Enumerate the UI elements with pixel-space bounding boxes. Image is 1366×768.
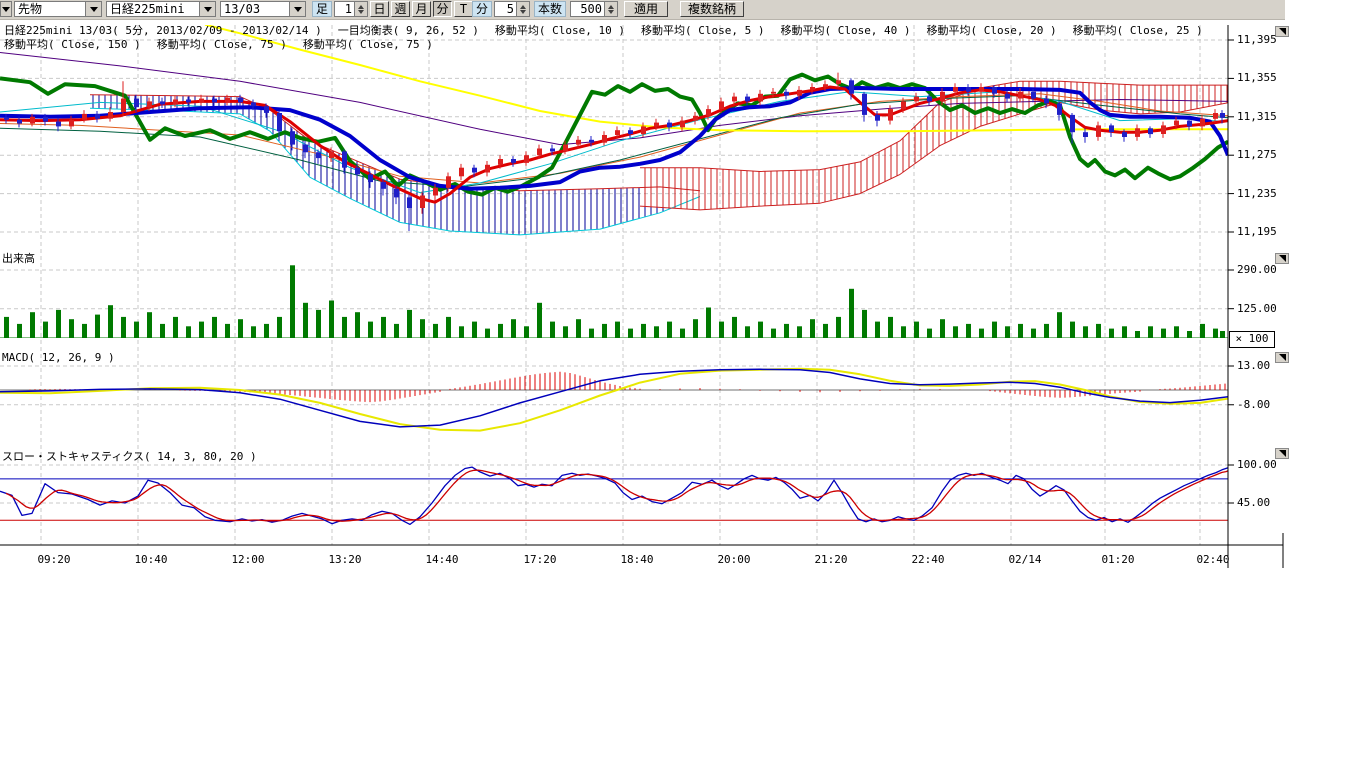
time-tick-label: 20:00 — [712, 553, 756, 566]
ma150-params: 移動平均( Close, 150 ) — [4, 36, 141, 52]
chevron-down-icon[interactable] — [199, 2, 215, 16]
price-tick-label: 11,235 — [1237, 187, 1297, 200]
bar-interval-value: 1 — [335, 2, 354, 16]
bar-count-value: 500 — [571, 2, 604, 16]
volume-tick-label: 125.00 — [1237, 302, 1297, 315]
period-weekly-button[interactable]: 週 — [391, 1, 410, 17]
ma20-params: 移動平均( Close, 20 ) — [927, 22, 1057, 38]
ma75b-params: 移動平均( Close, 75 ) — [303, 36, 433, 52]
period-monthly-button[interactable]: 月 — [412, 1, 431, 17]
time-tick-label: 22:40 — [906, 553, 950, 566]
instrument-type-select[interactable]: 先物 — [14, 1, 102, 17]
minute-value-stepper[interactable]: 5 — [494, 1, 530, 17]
stoch-panel — [0, 467, 1228, 524]
macd-tick-label: -8.00 — [1237, 398, 1297, 411]
price-tick-label: 11,195 — [1237, 225, 1297, 238]
period-tick-button[interactable]: T — [454, 1, 473, 17]
stoch-tick-label: 100.00 — [1237, 458, 1297, 471]
time-tick-label: 02:40 — [1191, 553, 1235, 566]
macd-tick-label: 13.00 — [1237, 359, 1297, 372]
macd-panel-label: MACD( 12, 26, 9 ) — [2, 351, 115, 364]
chevron-down-icon — [2, 7, 10, 12]
apply-button[interactable]: 適用 — [624, 1, 668, 17]
time-tick-label: 13:20 — [323, 553, 367, 566]
time-tick-label: 12:00 — [226, 553, 270, 566]
ma5-params: 移動平均( Close, 5 ) — [641, 22, 764, 38]
contract-month-select[interactable]: 13/03 — [220, 1, 306, 17]
ma10-params: 移動平均( Close, 10 ) — [495, 22, 625, 38]
chevron-down-icon[interactable] — [289, 2, 305, 16]
spinner-arrows-icon[interactable] — [354, 2, 367, 16]
bar-count-label: 本数 — [534, 1, 566, 17]
toolbar: 先物 日経225mini 13/03 足 1 日 週 月 分 T 分 5 本数 … — [0, 0, 1285, 20]
clipped-combo-arrow-icon[interactable] — [0, 1, 12, 17]
cloud_blue — [90, 95, 700, 235]
contract-month-value: 13/03 — [224, 2, 260, 16]
volume-tick-label: 290.00 — [1237, 263, 1297, 276]
spinner-arrows-icon[interactable] — [516, 2, 529, 16]
instrument-type-value: 先物 — [18, 2, 42, 16]
bar-interval-stepper[interactable]: 1 — [334, 1, 368, 17]
price-tick-label: 11,275 — [1237, 148, 1297, 161]
time-tick-label: 21:20 — [809, 553, 853, 566]
minute-unit-label: 分 — [472, 1, 492, 17]
volume-panel — [0, 265, 1228, 338]
time-tick-label: 14:40 — [420, 553, 464, 566]
ma75-params: 移動平均( Close, 75 ) — [157, 36, 287, 52]
chart-area[interactable] — [0, 0, 1366, 768]
time-tick-label: 10:40 — [129, 553, 173, 566]
period-daily-button[interactable]: 日 — [370, 1, 389, 17]
chevron-down-icon[interactable] — [85, 2, 101, 16]
symbol-value: 日経225mini — [110, 2, 185, 16]
spinner-arrows-icon[interactable] — [604, 2, 617, 16]
bar-count-stepper[interactable]: 500 — [570, 1, 618, 17]
stochastics-panel-label: スロー・ストキャスティクス( 14, 3, 80, 20 ) — [2, 448, 257, 464]
multiple-symbols-button[interactable]: 複数銘柄 — [680, 1, 744, 17]
chart-canvas — [0, 0, 1366, 768]
period-minute-button[interactable]: 分 — [433, 1, 452, 17]
time-tick-label: 18:40 — [615, 553, 659, 566]
chart-application-window: 先物 日経225mini 13/03 足 1 日 週 月 分 T 分 5 本数 … — [0, 0, 1366, 768]
symbol-select[interactable]: 日経225mini — [106, 1, 216, 17]
time-tick-label: 01:20 — [1096, 553, 1140, 566]
price-tick-label: 11,315 — [1237, 110, 1297, 123]
minute-value: 5 — [495, 2, 516, 16]
time-tick-label: 02/14 — [1003, 553, 1047, 566]
time-tick-label: 17:20 — [518, 553, 562, 566]
macd-panel — [0, 369, 1255, 431]
resize-arrow-icon — [1279, 255, 1286, 262]
price-panel — [0, 25, 1230, 235]
price-tick-label: 11,395 — [1237, 33, 1297, 46]
stoch-tick-label: 45.00 — [1237, 496, 1297, 509]
volume-panel-label: 出来高 — [2, 250, 35, 266]
indicator-header-row2: 移動平均( Close, 150 ) 移動平均( Close, 75 ) 移動平… — [4, 36, 433, 52]
volume-multiplier-badge: × 100 — [1229, 331, 1275, 348]
ma40-params: 移動平均( Close, 40 ) — [780, 22, 910, 38]
time-tick-label: 09:20 — [32, 553, 76, 566]
price-tick-label: 11,355 — [1237, 71, 1297, 84]
ma25-params: 移動平均( Close, 25 ) — [1073, 22, 1203, 38]
bar-type-label: 足 — [312, 1, 332, 17]
resize-arrow-icon — [1279, 450, 1286, 457]
